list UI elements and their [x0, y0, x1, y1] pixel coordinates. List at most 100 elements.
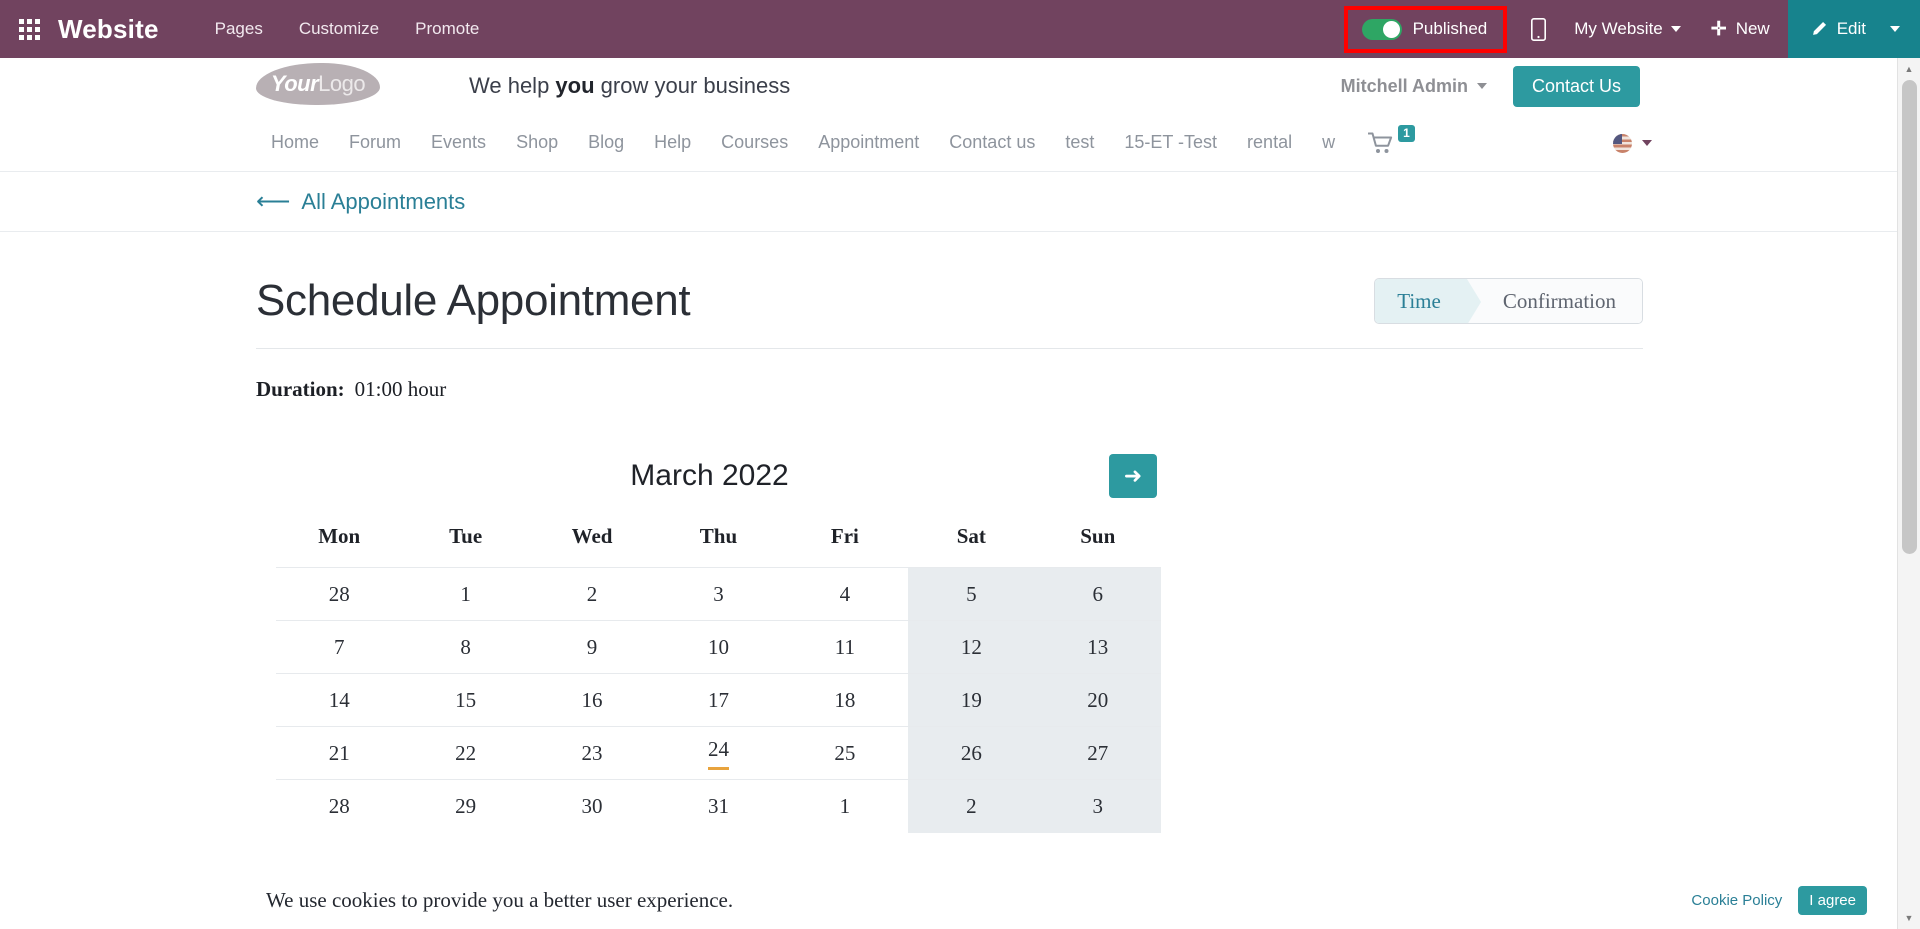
- cookie-bar: We use cookies to provide you a better u…: [0, 871, 1897, 929]
- nav-link-help[interactable]: Help: [639, 132, 706, 153]
- calendar: March 2022 ➜ Mon Tue Wed Thu Fri Sat Sun: [276, 454, 1161, 833]
- menu-pages[interactable]: Pages: [197, 19, 281, 39]
- calendar-day-cell[interactable]: 28: [276, 779, 403, 833]
- website-page: Your Logo We help you grow your business …: [0, 58, 1920, 929]
- nav-link-shop[interactable]: Shop: [501, 132, 573, 153]
- calendar-day-cell[interactable]: 10: [655, 620, 782, 674]
- contact-us-button[interactable]: Contact Us: [1512, 65, 1640, 107]
- calendar-day-cell[interactable]: 8: [402, 620, 529, 674]
- calendar-day-cell[interactable]: 25: [781, 726, 909, 780]
- calendar-day-cell[interactable]: 16: [528, 673, 656, 727]
- calendar-day-cell[interactable]: 23: [528, 726, 656, 780]
- calendar-day-number: 24: [707, 737, 729, 770]
- calendar-day-cell[interactable]: 3: [655, 567, 782, 621]
- calendar-day-cell[interactable]: 13: [1034, 620, 1161, 674]
- menu-customize[interactable]: Customize: [281, 19, 397, 39]
- calendar-day-number: 17: [707, 687, 729, 712]
- nav-link-courses[interactable]: Courses: [706, 132, 803, 153]
- calendar-next-month-button[interactable]: ➜: [1109, 454, 1157, 498]
- calendar-day-cell[interactable]: 4: [781, 567, 909, 621]
- calendar-day-cell[interactable]: 7: [276, 620, 403, 674]
- calendar-week-row: 21 22 23 24 25 26 27: [276, 726, 1161, 780]
- cookie-policy-link[interactable]: Cookie Policy: [1691, 892, 1782, 909]
- duration-row: Duration: 01:00 hour: [256, 377, 1920, 402]
- menu-promote[interactable]: Promote: [397, 19, 497, 39]
- publish-toggle[interactable]: Published: [1343, 5, 1508, 53]
- all-appointments-link[interactable]: ⟵ All Appointments: [256, 189, 465, 215]
- wizard-step-confirmation[interactable]: Confirmation: [1466, 279, 1642, 323]
- calendar-day-cell[interactable]: 22: [402, 726, 529, 780]
- calendar-table: Mon Tue Wed Thu Fri Sat Sun 28 1 2 3 4 5 6 7 8 9 1…: [276, 514, 1161, 833]
- all-appointments-label: All Appointments: [301, 188, 466, 214]
- language-selector[interactable]: [1613, 114, 1652, 172]
- scrollbar-thumb[interactable]: [1902, 80, 1917, 554]
- calendar-day-cell[interactable]: 18: [781, 673, 909, 727]
- calendar-day-number: 6: [1092, 581, 1104, 606]
- nav-link-appointment[interactable]: Appointment: [803, 132, 934, 153]
- calendar-day-cell[interactable]: 9: [528, 620, 656, 674]
- nav-link-test[interactable]: test: [1050, 132, 1109, 153]
- calendar-day-number: 8: [460, 634, 471, 659]
- scroll-up-button[interactable]: ▲: [1898, 58, 1920, 80]
- nav-link-home[interactable]: Home: [256, 132, 334, 153]
- pencil-icon: [1812, 21, 1826, 35]
- user-name-label: Mitchell Admin: [1340, 75, 1468, 96]
- cart-button[interactable]: 1: [1368, 124, 1415, 154]
- nav-link-contact-us[interactable]: Contact us: [934, 132, 1050, 153]
- nav-link-blog[interactable]: Blog: [573, 132, 639, 153]
- calendar-day-cell[interactable]: 27: [1034, 726, 1161, 780]
- my-website-label: My Website: [1574, 19, 1663, 38]
- publish-switch-icon[interactable]: [1361, 18, 1402, 40]
- calendar-day-cell[interactable]: 12: [908, 620, 1035, 674]
- calendar-day-cell[interactable]: 11: [781, 620, 909, 674]
- cookie-agree-button[interactable]: I agree: [1798, 885, 1867, 915]
- publish-label: Published: [1412, 19, 1488, 38]
- cookie-text: We use cookies to provide you a better u…: [266, 887, 734, 912]
- calendar-day-cell[interactable]: 24: [655, 726, 782, 780]
- cookie-actions: Cookie Policy I agree: [1691, 885, 1867, 915]
- calendar-day-cell[interactable]: 30: [528, 779, 656, 833]
- edit-dropdown-button[interactable]: [1884, 0, 1920, 58]
- calendar-day-number: 19: [960, 687, 982, 712]
- calendar-day-cell: 3: [1034, 779, 1161, 833]
- calendar-day-number: 1: [460, 581, 471, 606]
- scroll-down-button[interactable]: ▼: [1898, 907, 1920, 929]
- calendar-day-cell[interactable]: 31: [655, 779, 782, 833]
- edit-button[interactable]: Edit: [1787, 0, 1884, 58]
- calendar-day-cell[interactable]: 20: [1034, 673, 1161, 727]
- calendar-day-cell[interactable]: 21: [276, 726, 403, 780]
- user-menu[interactable]: Mitchell Admin: [1341, 76, 1487, 97]
- calendar-day-cell[interactable]: 17: [655, 673, 782, 727]
- calendar-day-cell[interactable]: 19: [908, 673, 1035, 727]
- mobile-preview-button[interactable]: [1513, 17, 1564, 41]
- apps-menu-button[interactable]: [0, 0, 58, 58]
- nav-link-events[interactable]: Events: [416, 132, 501, 153]
- app-name[interactable]: Website: [58, 14, 159, 45]
- calendar-day-number: 31: [707, 793, 729, 818]
- calendar-day-cell[interactable]: 6: [1034, 567, 1161, 621]
- weekday-fri: Fri: [830, 524, 859, 548]
- my-website-dropdown[interactable]: My Website: [1564, 19, 1691, 39]
- calendar-day-number: 9: [586, 634, 598, 659]
- site-header: Your Logo We help you grow your business …: [0, 58, 1920, 114]
- calendar-day-cell[interactable]: 29: [402, 779, 529, 833]
- nav-link-forum[interactable]: Forum: [334, 132, 416, 153]
- site-logo[interactable]: Your Logo: [256, 63, 380, 105]
- calendar-day-cell[interactable]: 5: [908, 567, 1035, 621]
- calendar-day-cell[interactable]: 2: [528, 567, 656, 621]
- wizard-step-time[interactable]: Time: [1375, 279, 1481, 323]
- calendar-day-cell[interactable]: 15: [402, 673, 529, 727]
- new-label: New: [1735, 19, 1770, 38]
- plus-icon: ✛: [1710, 18, 1727, 40]
- nav-link-15-et-test[interactable]: 15-ET -Test: [1109, 132, 1232, 153]
- calendar-day-cell[interactable]: 14: [276, 673, 403, 727]
- flag-icon: [1613, 133, 1632, 153]
- calendar-day-cell[interactable]: 1: [402, 567, 529, 621]
- new-button[interactable]: ✛ New: [1691, 19, 1788, 39]
- nav-link-w[interactable]: w: [1307, 132, 1350, 153]
- page-scrollbar[interactable]: ▲ ▼: [1897, 58, 1920, 929]
- site-tagline: We help you grow your business: [469, 73, 790, 99]
- calendar-day-cell[interactable]: 26: [908, 726, 1035, 780]
- main-content: Schedule Appointment Time Confirmation D…: [0, 232, 1920, 833]
- nav-link-rental[interactable]: rental: [1232, 132, 1307, 153]
